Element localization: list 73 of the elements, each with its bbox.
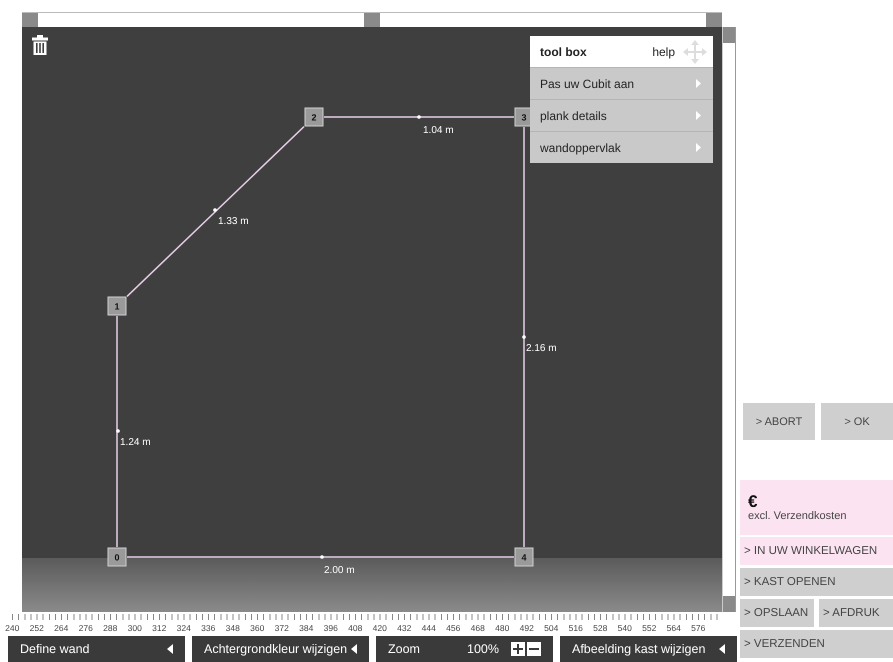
caret-icon [167, 644, 173, 654]
ruler-label: 552 [641, 623, 658, 635]
ruler-label: 288 [102, 623, 118, 635]
dimension-label: 2.00 m [324, 565, 355, 576]
cart-button[interactable]: > IN UW WINKELWAGEN [740, 537, 893, 565]
ruler-label: 384 [298, 623, 314, 635]
tool-box-title: tool box [540, 44, 588, 58]
ruler-label: 336 [200, 623, 216, 635]
wall-line[interactable] [127, 555, 514, 559]
zoom-value: 100% [467, 642, 499, 656]
dimension-label: 2.16 m [526, 343, 557, 354]
ruler-label: 540 [616, 623, 633, 635]
tool-box-item[interactable]: plank details [530, 99, 713, 131]
trash-icon[interactable] [32, 35, 48, 55]
caret-icon [696, 143, 701, 152]
caret-icon [719, 644, 725, 654]
zoom-label: Zoom [388, 642, 420, 656]
caret-icon [696, 111, 701, 120]
tool-box-item[interactable]: Pas uw Cubit aan [530, 67, 713, 99]
ruler-label: 372 [274, 623, 290, 635]
ruler-label: 504 [543, 623, 560, 635]
ruler-label: 444 [420, 623, 437, 635]
ruler-label: 456 [445, 623, 462, 635]
action-button[interactable]: > VERZENDEN [740, 630, 893, 658]
ruler-label: 420 [372, 623, 388, 635]
corner-node[interactable]: 4 [514, 548, 534, 566]
ruler-label: 576 [690, 623, 706, 635]
tool-box-item[interactable]: wandoppervlak [530, 131, 713, 163]
ruler-label: 528 [592, 623, 608, 635]
plus-icon [513, 644, 523, 654]
action-button[interactable]: > AFDRUK [819, 599, 893, 627]
wall-line[interactable] [116, 316, 120, 547]
ruler-label: 432 [396, 623, 412, 635]
ruler-label: 300 [126, 623, 143, 635]
ruler-label: 240 [4, 623, 20, 635]
ruler-label: 360 [249, 623, 266, 635]
action-button[interactable]: > KAST OPENEN [740, 568, 893, 596]
ruler-label: 396 [322, 623, 339, 635]
ruler-label: 348 [224, 623, 241, 635]
ruler-label: 264 [53, 623, 70, 635]
dimension-label: 1.24 m [120, 437, 151, 448]
menu-button[interactable]: Achtergrondkleur wijzigen [192, 636, 369, 662]
ruler-label: 312 [151, 623, 168, 635]
ruler-label: 492 [518, 623, 535, 635]
menu-button[interactable]: Define wand [8, 636, 185, 662]
vertical-scrollbar[interactable] [722, 27, 736, 612]
corner-node[interactable]: 2 [304, 108, 324, 126]
zoom-out-button[interactable] [527, 642, 541, 656]
ruler-label: 276 [78, 623, 94, 635]
corner-node[interactable]: 1 [108, 296, 126, 316]
ruler-label: 408 [347, 623, 364, 635]
ruler-label: 468 [470, 623, 486, 635]
action-button[interactable]: > OPSLAAN [740, 599, 814, 627]
horizontal-scrollbar[interactable] [22, 12, 722, 27]
ruler-label: 564 [666, 623, 682, 635]
ruler-label: 516 [568, 623, 584, 635]
caret-icon [696, 79, 701, 88]
ruler-label: 252 [28, 623, 45, 635]
corner-node[interactable]: 0 [108, 548, 126, 566]
wall-line[interactable] [522, 127, 526, 547]
help-link[interactable]: help [652, 44, 675, 58]
wall-line[interactable] [324, 115, 514, 119]
dimension-label: 1.04 m [423, 125, 454, 136]
shipping-note: excl. Verzendkosten [748, 510, 848, 522]
confirm-button[interactable]: > ABORT [743, 403, 815, 440]
dimension-label: 1.33 m [218, 216, 249, 227]
currency-symbol: € [748, 493, 758, 510]
caret-icon [351, 644, 357, 654]
confirm-button[interactable]: > OK [821, 403, 893, 440]
menu-button[interactable]: Afbeelding kast wijzigen [560, 636, 737, 662]
ruler-label: 480 [494, 623, 510, 635]
ruler-label: 324 [176, 623, 192, 635]
zoom-in-button[interactable] [511, 642, 525, 656]
